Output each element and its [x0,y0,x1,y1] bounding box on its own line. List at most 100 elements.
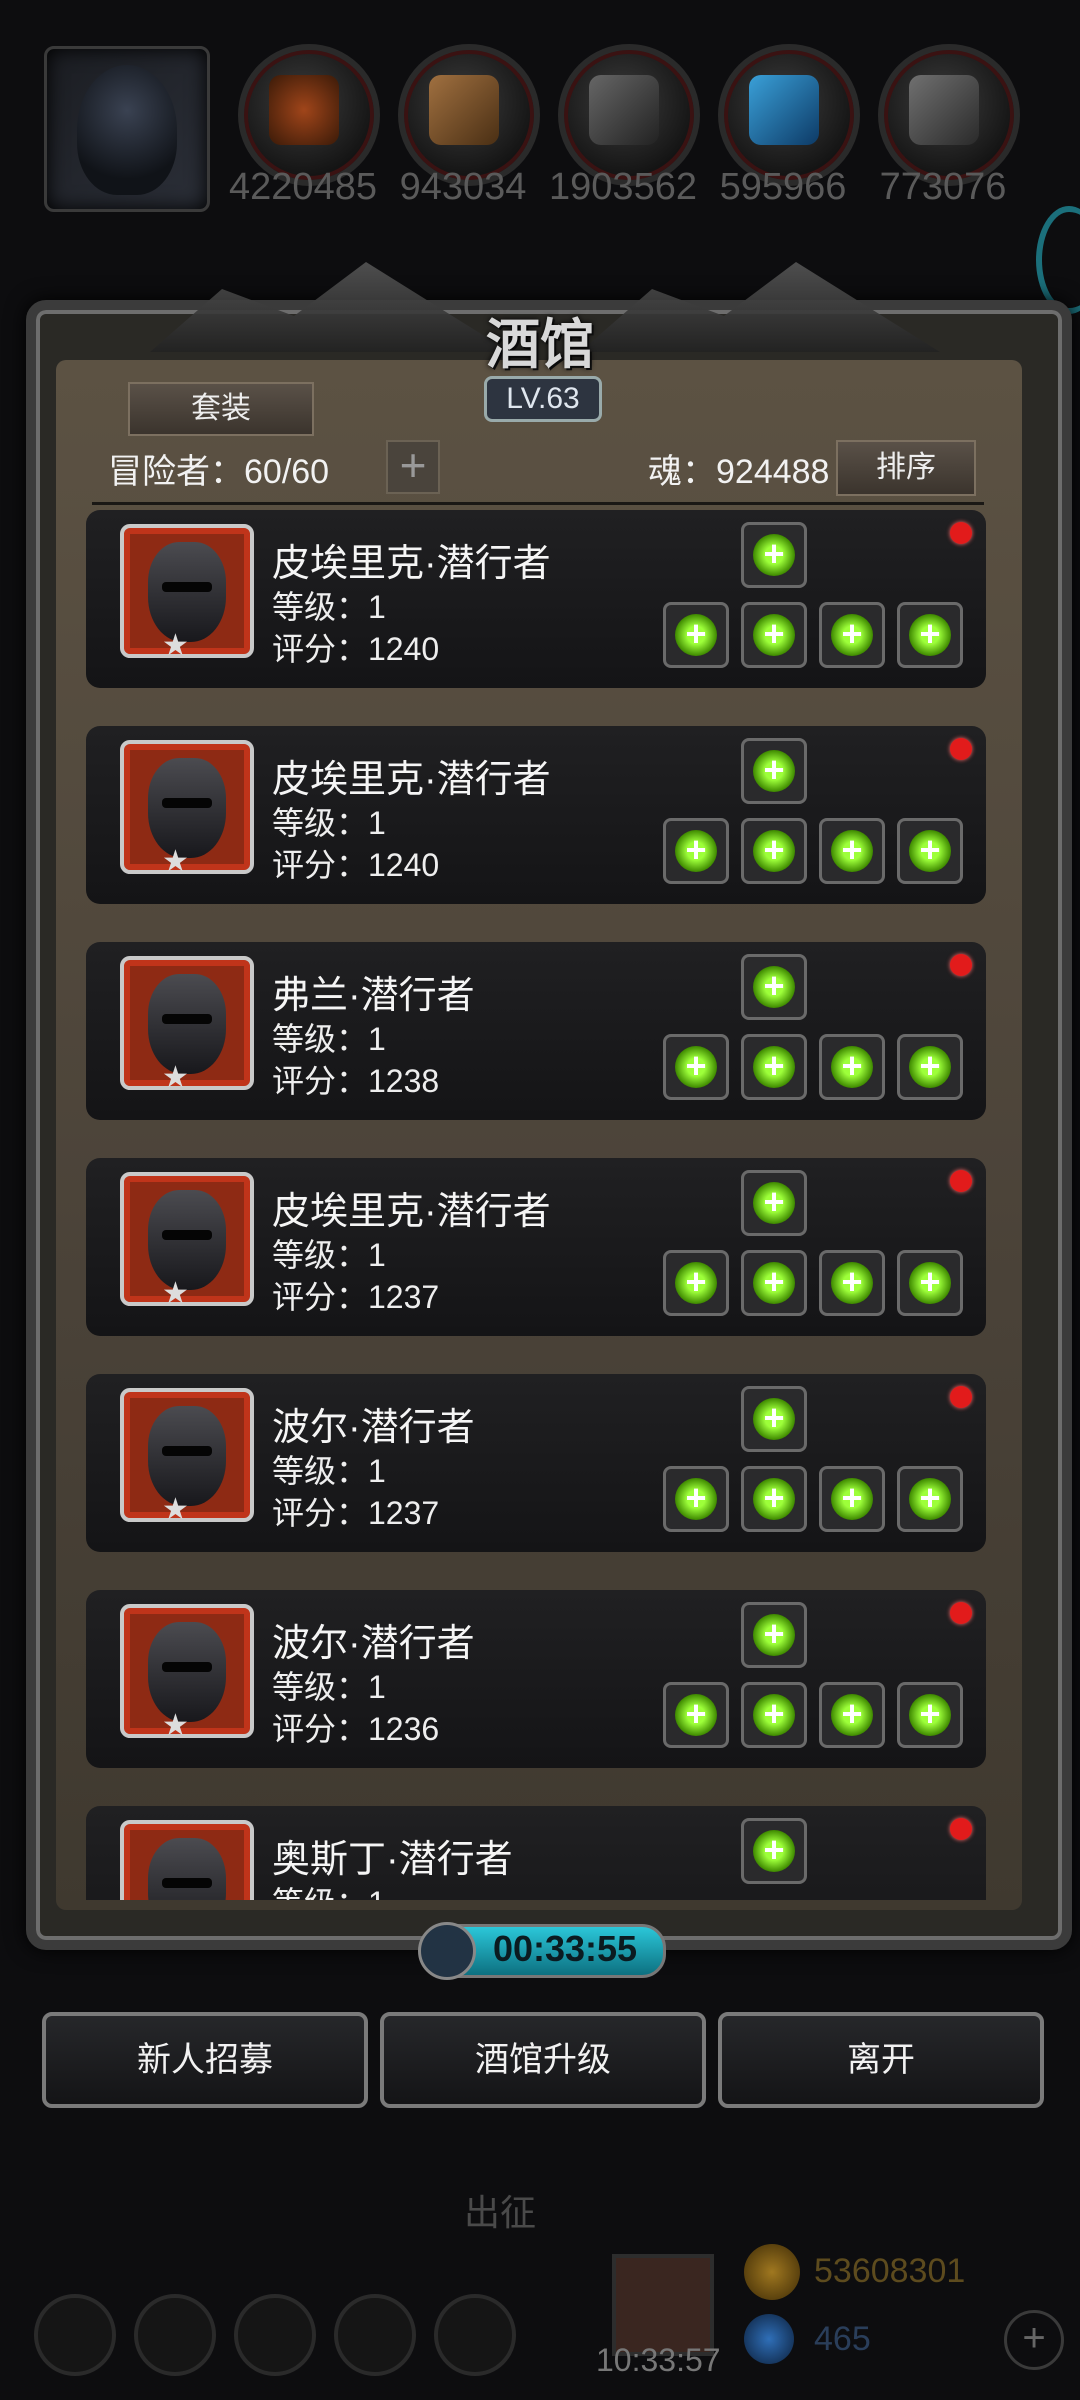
bag-icon[interactable] [434,2294,516,2376]
hero-list[interactable]: ★ 皮埃里克·潜行者 等级：1 评分：1240 + + + + + ★ 皮埃里克… [86,510,986,1900]
resource-value: 1903562 [549,166,697,208]
hero-card[interactable]: ★ 波尔·潜行者 等级：1 评分：1236 + + + + + [86,1590,986,1768]
hero-card[interactable]: ★ 皮埃里克·潜行者 等级：1 评分：1240 + + + + + [86,726,986,904]
hero-avatar[interactable] [120,1820,254,1900]
add-equip-icon: + [753,1262,795,1304]
add-equip-icon: + [909,1478,951,1520]
hero-score: 评分：1240 [272,847,440,883]
equip-slot-helmet[interactable]: + [741,1170,807,1236]
equip-slot-ring[interactable]: + [819,1466,885,1532]
equip-slot-helmet[interactable]: + [741,1386,807,1452]
add-equip-icon: + [753,1398,795,1440]
hero-badge-icon[interactable] [134,2294,216,2376]
soul-count: 魂：924488 [648,453,830,491]
leave-button[interactable]: 离开 [718,2012,1044,2108]
equip-slot-boots[interactable]: + [897,818,963,884]
divider [92,502,984,505]
equip-slot-helmet[interactable]: + [741,1602,807,1668]
equip-slot-armor[interactable]: + [741,1250,807,1316]
add-equip-icon: + [831,1262,873,1304]
refresh-timer: 00:33:55 [492,1928,638,1969]
equip-slot-weapon[interactable]: + [663,1466,729,1532]
equip-slot-ring[interactable]: + [819,602,885,668]
add-equip-icon: + [675,1694,717,1736]
add-equip-icon: + [909,830,951,872]
equip-slot-boots[interactable]: + [897,1034,963,1100]
notification-dot [950,1386,972,1408]
add-equip-icon: + [675,1262,717,1304]
hero-card[interactable]: ★ 波尔·潜行者 等级：1 评分：1237 + + + + + [86,1374,986,1552]
sort-button[interactable]: 排序 [836,440,976,496]
add-equip-icon: + [753,534,795,576]
equip-slot-ring[interactable]: + [819,1682,885,1748]
equip-slot-ring[interactable]: + [819,818,885,884]
hero-level: 等级：1 [272,805,386,841]
crystal-icon [718,44,860,186]
equip-slot-helmet[interactable]: + [741,738,807,804]
equip-slot-weapon[interactable]: + [663,1034,729,1100]
settings-gear-icon[interactable] [34,2294,116,2376]
equip-slot-armor[interactable]: + [741,1034,807,1100]
hero-card[interactable]: ★ 弗兰·潜行者 等级：1 评分：1238 + + + + + [86,942,986,1120]
equip-slot-armor[interactable]: + [741,1466,807,1532]
hero-score: 评分：1238 [272,1063,440,1099]
equip-slot-boots[interactable]: + [897,602,963,668]
equip-slot-armor[interactable]: + [741,818,807,884]
equip-slot-weapon[interactable]: + [663,818,729,884]
add-equip-icon: + [753,1830,795,1872]
hero-name: 皮埃里克·潜行者 [272,543,551,585]
add-equip-icon: + [831,830,873,872]
equip-slot-boots[interactable]: + [897,1466,963,1532]
recruit-button[interactable]: 新人招募 [42,2012,368,2108]
add-equip-icon: + [753,1046,795,1088]
mail-icon[interactable] [334,2294,416,2376]
ore-icon [238,44,380,186]
add-equip-icon: + [909,1694,951,1736]
hero-card[interactable]: ★ 皮埃里克·潜行者 等级：1 评分：1240 + + + + + [86,510,986,688]
hero-name: 奥斯丁·潜行者 [272,1839,513,1881]
equip-slot-ring[interactable]: + [819,1250,885,1316]
add-equip-icon: + [753,1478,795,1520]
equip-slot-weapon[interactable]: + [663,602,729,668]
add-equip-icon: + [675,1046,717,1088]
add-equip-icon: + [675,830,717,872]
hero-level: 等级：1 [272,589,386,625]
upgrade-tavern-button[interactable]: 酒馆升级 [380,2012,706,2108]
gem-icon [744,2314,794,2364]
resource-value: 595966 [719,166,847,208]
star-icon: ★ [162,1061,189,1094]
add-equip-icon: + [675,614,717,656]
hero-card[interactable]: 奥斯丁·潜行者 等级：1 + [86,1806,986,1900]
equip-slot-weapon[interactable]: + [663,1682,729,1748]
gift-box-icon[interactable] [612,2254,714,2356]
add-equip-icon: + [753,750,795,792]
add-slot-button[interactable]: + [386,440,440,494]
side-ring-icon [1036,206,1080,314]
add-equip-icon: + [909,1046,951,1088]
hero-name: 波尔·潜行者 [272,1623,475,1665]
equip-slot-boots[interactable]: + [897,1682,963,1748]
hero-level: 等级：1 [272,1878,386,1900]
hero-name: 皮埃里克·潜行者 [272,759,551,801]
equip-slot-helmet[interactable]: + [741,1818,807,1884]
add-equip-icon: + [753,1694,795,1736]
hero-card[interactable]: ★ 皮埃里克·潜行者 等级：1 评分：1237 + + + + + [86,1158,986,1336]
suit-button[interactable]: 套装 [128,382,314,436]
star-icon: ★ [162,1277,189,1310]
hero-score: 评分：1236 [272,1711,440,1747]
equip-slot-weapon[interactable]: + [663,1250,729,1316]
add-currency-button[interactable]: + [1004,2310,1064,2370]
equip-slot-helmet[interactable]: + [741,954,807,1020]
add-equip-icon: + [675,1478,717,1520]
equip-slot-boots[interactable]: + [897,1250,963,1316]
guild-icon[interactable] [234,2294,316,2376]
notification-dot [950,1170,972,1192]
player-portrait[interactable] [44,46,210,212]
equip-slot-armor[interactable]: + [741,1682,807,1748]
equip-slot-ring[interactable]: + [819,1034,885,1100]
equip-slot-armor[interactable]: + [741,602,807,668]
gem-amount: 465 [814,2320,871,2358]
hero-score: 评分：1240 [272,631,440,667]
iron-icon [558,44,700,186]
equip-slot-helmet[interactable]: + [741,522,807,588]
